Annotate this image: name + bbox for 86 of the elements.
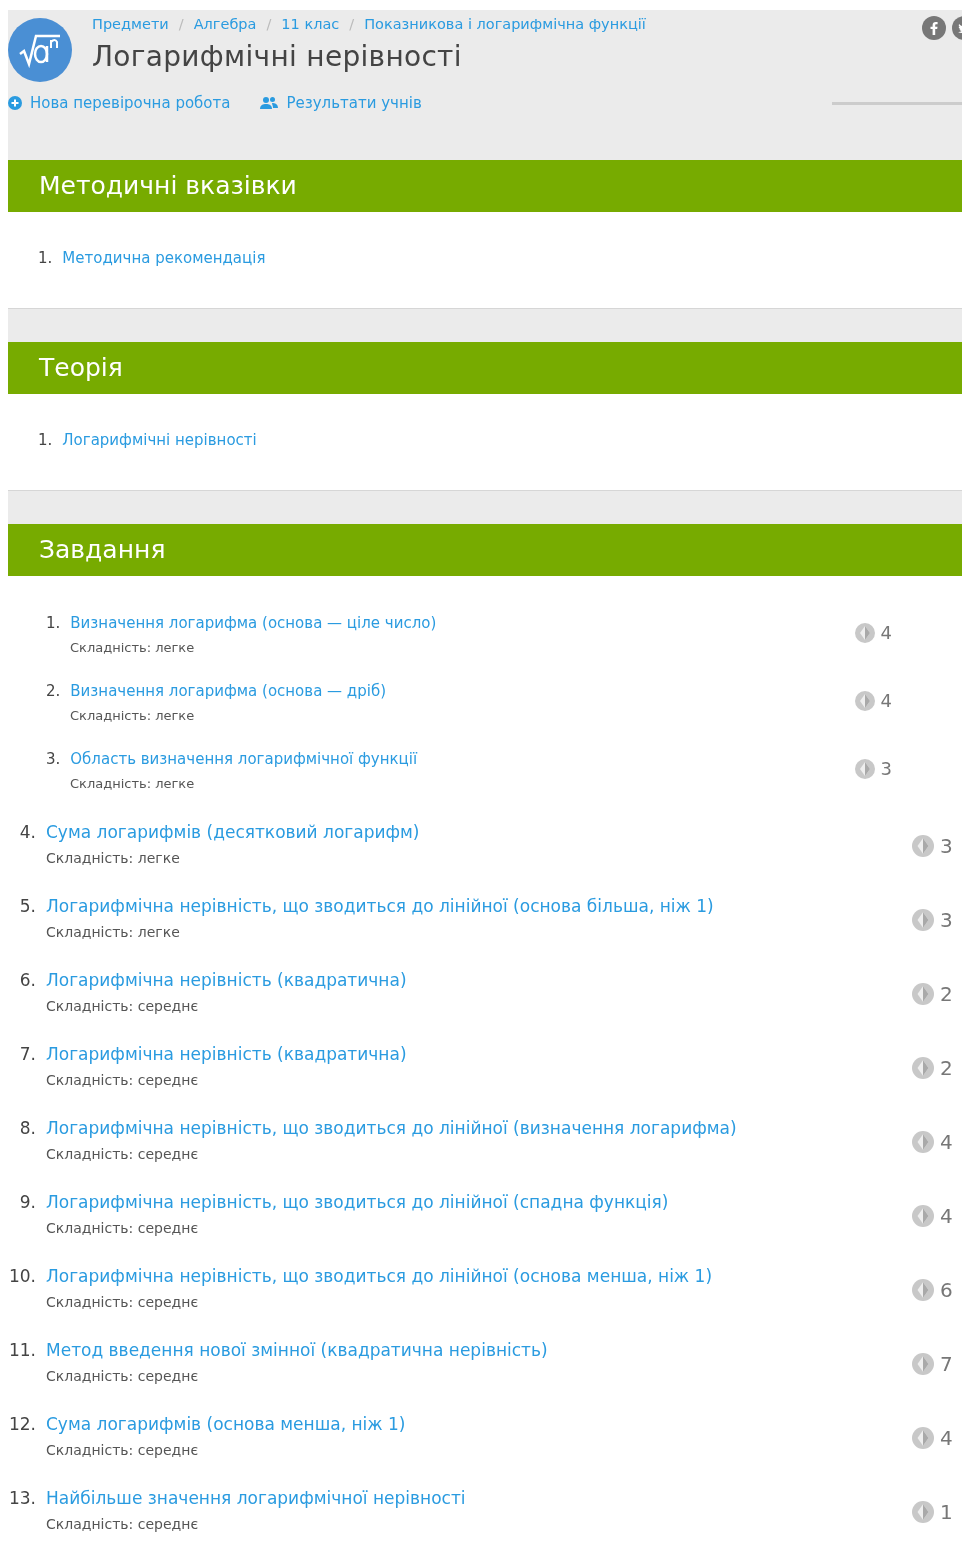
gem-icon [912,1501,934,1523]
points-value: 3 [940,908,953,932]
task-number: 5. [18,896,36,916]
difficulty-text: Складність: середнє [46,1072,200,1088]
points-value: 2 [940,982,953,1006]
difficulty-text: Складність: середнє [46,1516,200,1532]
task-number: 11. [8,1340,36,1360]
points-value: 3 [880,758,892,779]
gem-icon [912,909,934,931]
page-title: Логарифмічні нерівності [92,40,463,73]
breadcrumb-separator: / [178,16,184,32]
points-value: 4 [880,690,892,711]
difficulty-text: Складність: легке [46,850,181,866]
points-value: 2 [940,1056,953,1080]
task-link[interactable]: Логарифмічна нерівність (квадратична) [46,1044,407,1064]
breadcrumb-link[interactable]: Алгебра [193,16,257,32]
task-link[interactable]: Логарифмічна нерівність (квадратична) [46,970,407,990]
task-number: 7. [18,1044,36,1064]
difficulty-text: Складність: легке [70,640,196,655]
gem-icon [912,983,934,1005]
task-number: 13. [8,1488,36,1508]
breadcrumb-link[interactable]: Показникова і логарифмічна функції [364,16,646,32]
difficulty-text: Складність: середнє [46,1442,200,1458]
task-number: 6. [18,970,36,990]
task-link[interactable]: Логарифмічна нерівність, що зводиться до лінійної (основа менша, ніж 1) [46,1266,713,1286]
difficulty-text: Складність: легке [70,708,196,723]
gem-icon [854,622,875,643]
action-link[interactable]: Нова перевірочна робота [8,94,231,112]
points-value: 3 [940,834,953,858]
section-header: Завдання [8,524,962,576]
task-link[interactable]: Сума логарифмів (основа менша, ніж 1) [46,1414,406,1434]
gem-icon [912,1353,934,1375]
difficulty-text: Складність: середнє [46,998,200,1014]
breadcrumb-separator: / [266,16,272,32]
gem-icon [912,1427,934,1449]
gem-icon [854,690,875,711]
material-link[interactable]: Логарифмічні нерівності [62,431,257,449]
logo-icon [8,18,72,82]
item-number: 1. [38,249,53,267]
task-number: 10. [8,1266,36,1286]
task-number: 3. [46,750,61,768]
points-value: 6 [940,1278,953,1302]
task-number: 4. [18,822,36,842]
section-header: Методичні вказівки [8,160,962,212]
gem-icon [912,835,934,857]
plus-icon [8,96,22,110]
task-link[interactable]: Метод введення нової змінної (квадратична нерівність) [46,1340,548,1360]
difficulty-text: Складність: середнє [46,1146,200,1162]
task-number: 2. [46,682,61,700]
task-link[interactable]: Визначення логарифма (основа — ціле число) [70,614,437,632]
facebook-icon[interactable] [922,16,946,40]
breadcrumb-link[interactable]: Предмети [92,16,169,32]
task-number: 12. [8,1414,36,1434]
points-value: 1 [940,1500,953,1524]
users-icon [260,96,279,110]
task-link[interactable]: Логарифмічна нерівність, що зводиться до лінійної (спадна функція) [46,1192,669,1212]
points-value: 4 [880,622,892,643]
task-link[interactable]: Найбільше значення логарифмічної нерівності [46,1488,466,1508]
points-value: 4 [940,1204,953,1228]
difficulty-text: Складність: легке [46,924,181,940]
difficulty-text: Складність: легке [70,776,196,791]
difficulty-text: Складність: середнє [46,1220,200,1236]
breadcrumb-separator: / [349,16,355,32]
points-value: 7 [940,1352,953,1376]
gem-icon [912,1057,934,1079]
difficulty-text: Складність: середнє [46,1368,200,1384]
gem-icon [912,1131,934,1153]
task-link[interactable]: Визначення логарифма (основа — дріб) [70,682,387,700]
action-link[interactable]: Результати учнів [260,94,422,112]
gem-icon [912,1279,934,1301]
task-link[interactable]: Логарифмічна нерівність, що зводиться до лінійної (основа більша, ніж 1) [46,896,714,916]
points-value: 4 [940,1426,953,1450]
task-link[interactable]: Сума логарифмів (десятковий логарифм) [46,822,420,842]
task-link[interactable]: Область визначення логарифмічної функції [70,750,418,768]
breadcrumb-link[interactable]: 11 клас [281,16,340,32]
points-value: 4 [940,1130,953,1154]
item-number: 1. [38,431,53,449]
task-link[interactable]: Логарифмічна нерівність, що зводиться до лінійної (визначення логарифма) [46,1118,737,1138]
task-number: 1. [46,614,61,632]
difficulty-text: Складність: середнє [46,1294,200,1310]
section-header: Теорія [8,342,962,394]
task-number: 9. [18,1192,36,1212]
gem-icon [854,758,875,779]
gem-icon [912,1205,934,1227]
task-number: 8. [18,1118,36,1138]
material-link[interactable]: Методична рекомендація [62,249,266,267]
